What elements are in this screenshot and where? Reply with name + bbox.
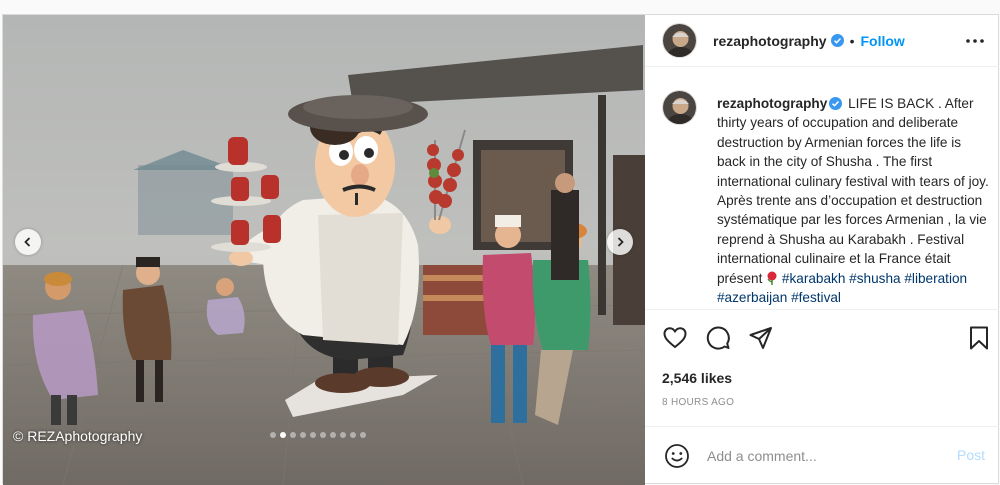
hashtag[interactable]: #karabakh xyxy=(782,271,845,286)
instagram-post: © REZAphotography rezaphotography • Foll… xyxy=(2,14,999,485)
post-photo xyxy=(3,15,645,485)
carousel-dot xyxy=(320,432,326,438)
carousel-dot xyxy=(270,432,276,438)
verified-badge-icon xyxy=(829,97,843,110)
header-separator: • xyxy=(849,32,855,49)
post-comment-button[interactable]: Post xyxy=(957,447,985,463)
carousel-prev-button[interactable] xyxy=(15,229,41,255)
chevron-left-icon xyxy=(24,237,31,247)
hashtag[interactable]: #azerbaijan xyxy=(717,290,787,305)
carousel-next-button[interactable] xyxy=(607,229,633,255)
comment-bar: Post xyxy=(645,426,999,485)
more-options-icon[interactable] xyxy=(963,31,987,51)
post-media: © REZAphotography xyxy=(3,15,645,485)
paper-plane-icon[interactable] xyxy=(748,325,774,351)
post-header: rezaphotography • Follow xyxy=(645,15,999,67)
carousel-dots xyxy=(270,432,366,438)
heart-icon[interactable] xyxy=(662,325,688,351)
caption-avatar[interactable] xyxy=(662,90,697,125)
hashtag[interactable]: #festival xyxy=(791,290,841,305)
post-username[interactable]: rezaphotography xyxy=(713,33,827,49)
carousel-dot xyxy=(290,432,296,438)
carousel-dot xyxy=(350,432,356,438)
carousel-dot xyxy=(330,432,336,438)
rose-emoji-icon xyxy=(767,271,777,285)
carousel-dot xyxy=(340,432,346,438)
carousel-dot xyxy=(280,432,286,438)
post-side-panel: rezaphotography • Follow rezaphotography… xyxy=(645,15,999,485)
verified-badge-icon xyxy=(830,34,844,47)
photo-watermark: © REZAphotography xyxy=(13,428,143,444)
avatar[interactable] xyxy=(662,23,697,58)
post-timestamp[interactable]: 8 HOURS AGO xyxy=(662,397,734,408)
actions-divider xyxy=(645,309,999,310)
carousel-dot xyxy=(300,432,306,438)
caption-body: LIFE IS BACK . After thirty years of occ… xyxy=(717,96,989,286)
likes-count[interactable]: 2,546 likes xyxy=(662,370,732,386)
hashtag[interactable]: #liberation xyxy=(904,271,967,286)
bookmark-icon[interactable] xyxy=(966,325,992,351)
follow-button[interactable]: Follow xyxy=(860,33,904,49)
comment-icon[interactable] xyxy=(705,325,731,351)
hashtag[interactable]: #shusha xyxy=(849,271,900,286)
caption-text: rezaphotography LIFE IS BACK . After thi… xyxy=(717,94,992,307)
caption-username[interactable]: rezaphotography xyxy=(717,96,827,111)
comment-input[interactable] xyxy=(707,443,937,469)
carousel-dot xyxy=(360,432,366,438)
chevron-right-icon xyxy=(617,237,624,247)
carousel-dot xyxy=(310,432,316,438)
smiley-icon[interactable] xyxy=(664,443,690,469)
